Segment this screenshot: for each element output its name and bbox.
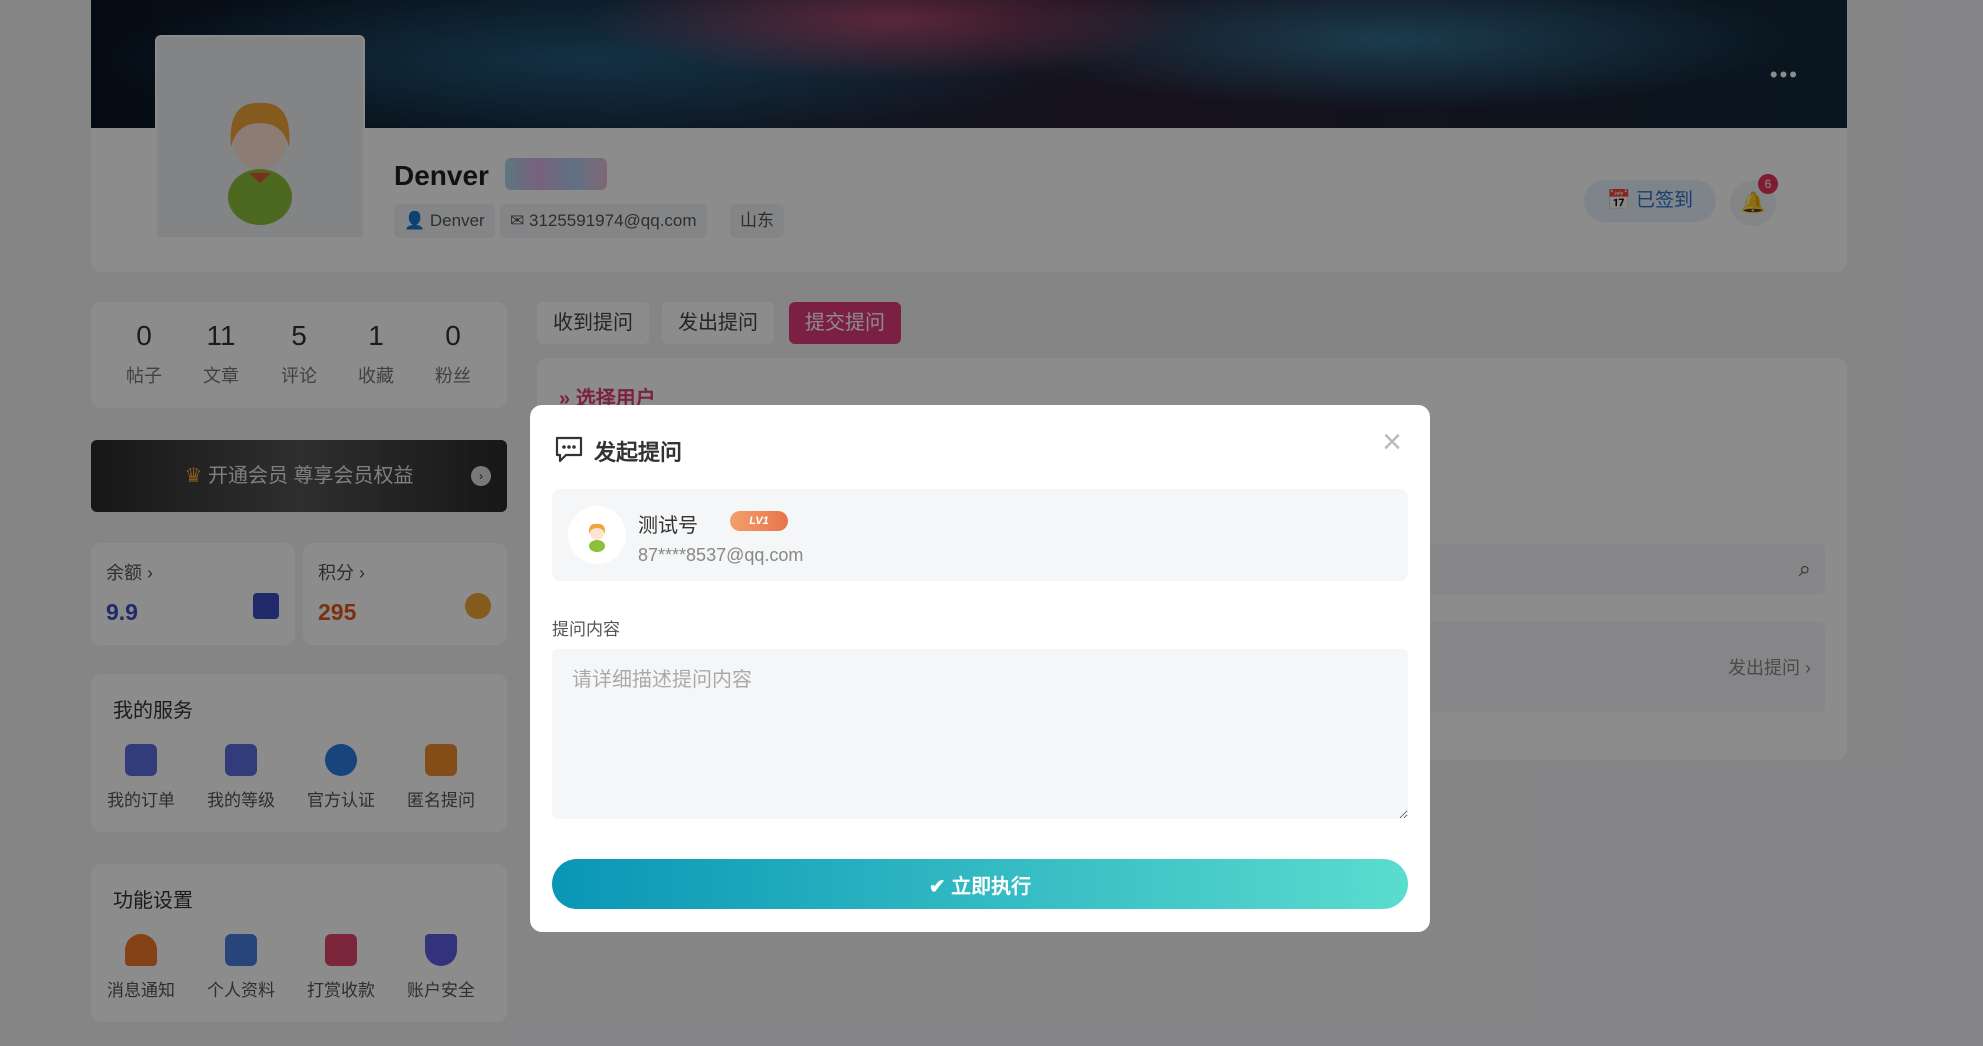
execute-button[interactable]: ✔ 立即执行 <box>552 859 1408 909</box>
ask-question-modal: 发起提问 × 测试号 LV1 87****8537@qq.com 提问内容 ✔ … <box>530 405 1430 932</box>
user-name: 测试号 <box>638 515 698 537</box>
selected-user-card: 测试号 LV1 87****8537@qq.com <box>552 489 1408 581</box>
modal-title: 发起提问 <box>594 440 683 465</box>
level-badge: LV1 <box>730 511 788 531</box>
avatar-icon <box>588 523 606 552</box>
question-textarea[interactable] <box>552 649 1408 819</box>
question-field-label: 提问内容 <box>552 620 620 639</box>
close-icon[interactable]: × <box>1382 425 1402 459</box>
user-avatar <box>568 506 626 564</box>
chat-dots-icon <box>555 436 583 463</box>
user-email: 87****8537@qq.com <box>638 545 804 565</box>
